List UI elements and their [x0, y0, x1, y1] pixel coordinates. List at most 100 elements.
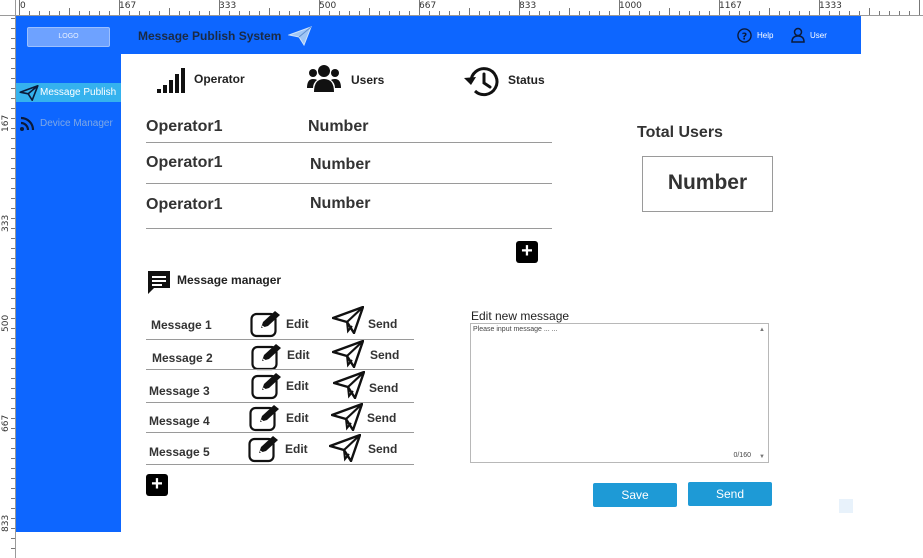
ruler-tick	[69, 8, 70, 15]
ruler-tick	[799, 11, 800, 15]
edit-button[interactable]: Edit	[286, 411, 309, 425]
ruler-tick	[11, 38, 15, 39]
ruler-tick	[11, 458, 15, 459]
ruler-tick	[509, 11, 510, 15]
logo[interactable]: LOGO	[27, 27, 110, 47]
ruler-tick	[11, 508, 15, 509]
edit-button[interactable]: Edit	[285, 442, 308, 456]
edit-button[interactable]: Edit	[287, 348, 310, 362]
ruler-tick	[719, 0, 720, 15]
ruler-label: 667	[419, 1, 437, 11]
ruler-tick	[11, 528, 15, 529]
ruler-tick	[449, 11, 450, 15]
ruler-tick	[11, 478, 15, 479]
ruler-tick	[729, 11, 730, 15]
message-textarea[interactable]: Please input message ... ... ▲ ▼ 0/160	[470, 323, 769, 463]
edit-button[interactable]: Edit	[286, 379, 309, 393]
ruler-tick	[819, 0, 820, 15]
ruler-tick	[11, 188, 15, 189]
ruler-tick	[549, 11, 550, 15]
ruler-tick	[119, 0, 120, 15]
ruler-tick	[11, 268, 15, 269]
help-icon[interactable]: ?	[737, 28, 752, 48]
save-button[interactable]: Save	[593, 483, 677, 507]
ruler-tick	[329, 11, 330, 15]
divider	[146, 464, 414, 465]
ruler-tick	[869, 8, 870, 15]
ruler-tick	[309, 11, 310, 15]
rss-feed-icon	[19, 116, 35, 139]
sidebar-item-device-manager[interactable]: Device Manager	[16, 114, 121, 133]
ruler-tick	[489, 11, 490, 15]
ruler-tick	[11, 428, 15, 429]
ruler-tick	[699, 11, 700, 15]
sidebar-item-label: Message Publish	[40, 87, 117, 98]
operator-value: Number	[310, 195, 371, 212]
user-icon[interactable]	[791, 27, 805, 48]
message-manager-title: Message manager	[177, 273, 282, 287]
ruler-tick	[11, 28, 15, 29]
ruler-tick	[379, 11, 380, 15]
scroll-down-icon[interactable]: ▼	[759, 454, 765, 460]
ruler-vertical: 167 333 500 667 833	[0, 0, 16, 558]
send-button[interactable]: Send	[368, 317, 397, 331]
ruler-tick	[11, 248, 15, 249]
operator-value: Number	[310, 156, 371, 173]
ruler-tick	[479, 11, 480, 15]
signal-bars-icon	[157, 66, 189, 99]
ruler-tick	[11, 548, 15, 549]
add-operator-button[interactable]: +	[516, 241, 538, 263]
ruler-tick	[11, 178, 15, 179]
ruler-tick	[11, 488, 15, 489]
ruler-label: 167	[1, 114, 11, 132]
ruler-tick	[779, 11, 780, 15]
ruler-tick	[11, 468, 15, 469]
send-button[interactable]: Send	[688, 482, 772, 506]
ruler-tick	[11, 78, 15, 79]
textarea-placeholder: Please input message ... ...	[473, 326, 558, 333]
sidebar-item-message-publish[interactable]: Message Publish	[16, 83, 121, 102]
ruler-tick	[11, 138, 15, 139]
message-name: Message 2	[152, 351, 213, 365]
message-name: Message 4	[149, 414, 210, 428]
ruler-tick	[469, 8, 470, 15]
operator-name: Operator1	[146, 154, 223, 171]
tab-label: Operator	[194, 72, 245, 86]
ruler-tick	[11, 418, 15, 419]
ruler-tick	[389, 11, 390, 15]
send-button[interactable]: Send	[370, 348, 399, 362]
decorative-square	[839, 499, 853, 513]
edit-icon[interactable]	[251, 372, 283, 405]
send-button[interactable]: Send	[367, 411, 396, 425]
send-button[interactable]: Send	[369, 381, 398, 395]
ruler-tick	[269, 8, 270, 15]
ruler-tick	[589, 11, 590, 15]
help-link[interactable]: Help	[757, 31, 773, 40]
edit-button[interactable]: Edit	[286, 317, 309, 331]
ruler-label: 667	[1, 414, 11, 432]
add-message-button[interactable]: +	[146, 474, 168, 496]
ruler-label: 1000	[619, 1, 642, 11]
send-icon[interactable]	[328, 433, 362, 467]
ruler-tick	[259, 11, 260, 15]
ruler-tick	[609, 11, 610, 15]
ruler-tick	[11, 148, 15, 149]
ruler-label: 167	[119, 1, 137, 11]
scroll-up-icon[interactable]: ▲	[759, 327, 765, 333]
ruler-tick	[11, 338, 15, 339]
send-icon[interactable]	[332, 370, 366, 404]
ruler-tick	[239, 11, 240, 15]
ruler-label: 333	[1, 214, 11, 232]
ruler-tick	[149, 11, 150, 15]
ruler-tick	[769, 8, 770, 15]
ruler-tick	[11, 378, 15, 379]
send-icon[interactable]	[331, 305, 365, 339]
ruler-tick	[909, 11, 910, 15]
ruler-tick	[899, 11, 900, 15]
ruler-tick	[569, 8, 570, 15]
send-button[interactable]: Send	[368, 442, 397, 456]
message-name: Message 1	[151, 318, 212, 332]
user-link[interactable]: User	[810, 31, 827, 40]
ruler-tick	[919, 0, 920, 15]
ruler-tick	[99, 11, 100, 15]
